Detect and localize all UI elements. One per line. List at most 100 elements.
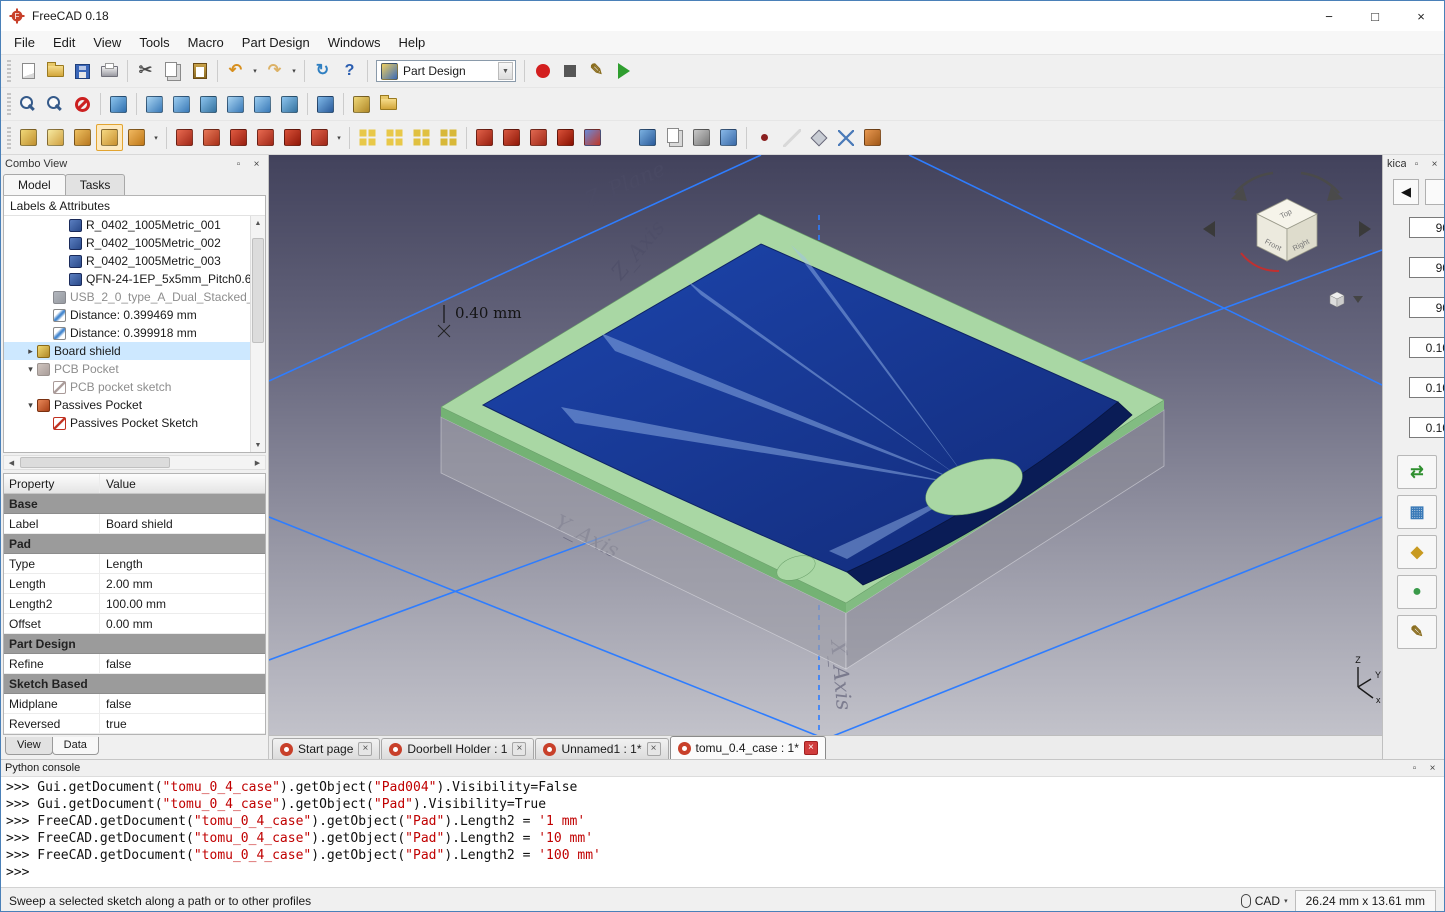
tree-item[interactable]: Passives Pocket Sketch xyxy=(4,414,250,432)
undo-dropdown[interactable]: ▾ xyxy=(249,58,261,85)
expand-arrow-icon[interactable]: ▸ xyxy=(24,346,37,357)
tree-item[interactable]: QFN-24-1EP_5x5mm_Pitch0.65 xyxy=(4,270,250,288)
property-value[interactable]: false xyxy=(100,694,265,713)
step-offset-y-field[interactable]: 0.10 xyxy=(1409,377,1445,398)
whats-this-button[interactable]: ? xyxy=(336,58,363,85)
print-button[interactable] xyxy=(96,58,123,85)
tree-item[interactable]: ▸Board shield xyxy=(4,342,250,360)
macro-stop-button[interactable] xyxy=(556,58,583,85)
python-console[interactable]: >>> Gui.getDocument("tomu_0_4_case").get… xyxy=(1,777,1444,887)
tree-vertical-scrollbar[interactable]: ▲ ▼ xyxy=(250,216,265,452)
fit-all-button[interactable] xyxy=(15,91,42,118)
measure-distance-button[interactable] xyxy=(312,91,339,118)
scroll-down-icon[interactable]: ▼ xyxy=(251,438,265,452)
tree-item[interactable]: ▾PCB Pocket xyxy=(4,360,250,378)
additive-loft-button[interactable] xyxy=(225,124,252,151)
tab-tasks[interactable]: Tasks xyxy=(65,174,126,195)
property-value[interactable]: 2.00 mm xyxy=(100,574,265,593)
box-zoom-button[interactable] xyxy=(42,91,69,118)
paste-button[interactable] xyxy=(186,58,213,85)
material-button[interactable]: ● xyxy=(1397,575,1437,609)
close-button[interactable]: × xyxy=(1398,1,1444,31)
cut-button[interactable]: ✂ xyxy=(132,58,159,85)
tree-item[interactable]: PCB pocket sketch xyxy=(4,378,250,396)
left-view-button[interactable] xyxy=(276,91,303,118)
tree-item[interactable]: Distance: 0.399469 mm xyxy=(4,306,250,324)
property-row[interactable]: TypeLength xyxy=(4,554,265,574)
property-row[interactable]: Refinefalse xyxy=(4,654,265,674)
tree-item[interactable]: R_0402_1005Metric_003 xyxy=(4,252,250,270)
scroll-up-icon[interactable]: ▲ xyxy=(251,216,265,230)
additive-helix-button[interactable] xyxy=(279,124,306,151)
map-sketch-button[interactable] xyxy=(96,124,123,151)
close-tab-button[interactable]: × xyxy=(512,742,526,756)
vertical-scroll-thumb[interactable] xyxy=(252,238,264,343)
datum-tools-button[interactable] xyxy=(123,124,150,151)
open-file-button[interactable] xyxy=(42,58,69,85)
scroll-right-icon[interactable]: ▶ xyxy=(250,456,265,469)
close-tab-button[interactable]: × xyxy=(804,741,818,755)
menu-edit[interactable]: Edit xyxy=(44,31,84,54)
tab-data[interactable]: Data xyxy=(52,737,99,755)
navigation-style-selector[interactable]: CAD ▾ xyxy=(1241,894,1288,908)
save-button[interactable] xyxy=(69,58,96,85)
workbench-selector[interactable]: Part Design▼ xyxy=(376,60,516,82)
rotation-angle-y-field[interactable]: 90 xyxy=(1409,257,1445,278)
multitransform-button[interactable] xyxy=(435,124,462,151)
scroll-left-icon[interactable]: ◀ xyxy=(4,456,19,469)
tab-model[interactable]: Model xyxy=(3,174,66,195)
edit-sketch-button[interactable] xyxy=(69,124,96,151)
linear-pattern-button[interactable] xyxy=(381,124,408,151)
export-step-button[interactable]: ◆ xyxy=(1397,535,1437,569)
tree-item[interactable]: USB_2_0_type_A_Dual_Stacked_jac xyxy=(4,288,250,306)
create-part-button[interactable] xyxy=(348,91,375,118)
close-panel-icon[interactable]: × xyxy=(249,157,264,171)
3d-viewport[interactable]: Z_Plane Z_Axis Y_Axis X_Axis xyxy=(269,155,1382,735)
document-tab-start-page[interactable]: Start page× xyxy=(272,738,380,759)
horizontal-scroll-thumb[interactable] xyxy=(20,457,170,468)
rotate-left-icon[interactable] xyxy=(1203,221,1215,237)
rotation-angle-z-field[interactable]: 90 xyxy=(1409,297,1445,318)
additive-primitive-button[interactable] xyxy=(306,124,333,151)
property-row[interactable]: Midplanefalse xyxy=(4,694,265,714)
additive-primitive-dropdown[interactable]: ▾ xyxy=(333,124,345,151)
document-tab-doorbell-holder-1[interactable]: Doorbell Holder : 1× xyxy=(381,738,534,759)
close-tab-button[interactable]: × xyxy=(647,742,661,756)
rotate-right-icon[interactable] xyxy=(1359,221,1371,237)
polar-pattern-button[interactable] xyxy=(408,124,435,151)
tree-item[interactable]: ▾Passives Pocket xyxy=(4,396,250,414)
menu-windows[interactable]: Windows xyxy=(319,31,390,54)
rotation-angle-x-field[interactable]: 90 xyxy=(1409,217,1445,238)
navigation-cube[interactable]: Top Front Right xyxy=(1203,173,1371,307)
property-value[interactable]: false xyxy=(100,654,265,673)
step-offset-x-field[interactable]: 0.10 xyxy=(1409,337,1445,358)
property-value[interactable]: true xyxy=(100,714,265,733)
create-line-button[interactable] xyxy=(778,124,805,151)
3d-scene[interactable]: Z_Plane Z_Axis Y_Axis X_Axis xyxy=(269,155,1382,735)
menu-help[interactable]: Help xyxy=(389,31,434,54)
boolean-button[interactable] xyxy=(579,124,606,151)
property-row[interactable]: LabelBoard shield xyxy=(4,514,265,534)
close-panel-icon[interactable]: × xyxy=(1425,761,1440,775)
refresh-button[interactable]: ↻ xyxy=(309,58,336,85)
fillet-button[interactable] xyxy=(471,124,498,151)
new-file-button[interactable] xyxy=(15,58,42,85)
model-body[interactable] xyxy=(441,214,1164,669)
mini-cube-icon[interactable] xyxy=(1330,292,1344,307)
close-panel-icon[interactable]: × xyxy=(1427,157,1442,171)
menu-part-design[interactable]: Part Design xyxy=(233,31,319,54)
revolution-button[interactable] xyxy=(198,124,225,151)
mascot-button[interactable] xyxy=(859,124,886,151)
edit-button[interactable]: ✎ xyxy=(1397,615,1437,649)
create-sketch-button[interactable] xyxy=(42,124,69,151)
export-button[interactable] xyxy=(715,124,742,151)
nav-forward-button[interactable] xyxy=(1425,179,1445,205)
tree-item[interactable]: R_0402_1005Metric_002 xyxy=(4,234,250,252)
minimize-button[interactable]: − xyxy=(1306,1,1352,31)
chamfer-button[interactable] xyxy=(498,124,525,151)
tree-horizontal-scrollbar[interactable]: ◀ ▶ xyxy=(3,455,266,470)
thickness-button[interactable] xyxy=(552,124,579,151)
menu-file[interactable]: File xyxy=(5,31,44,54)
property-row[interactable]: Length2100.00 mm xyxy=(4,594,265,614)
property-value[interactable]: Board shield xyxy=(100,514,265,533)
